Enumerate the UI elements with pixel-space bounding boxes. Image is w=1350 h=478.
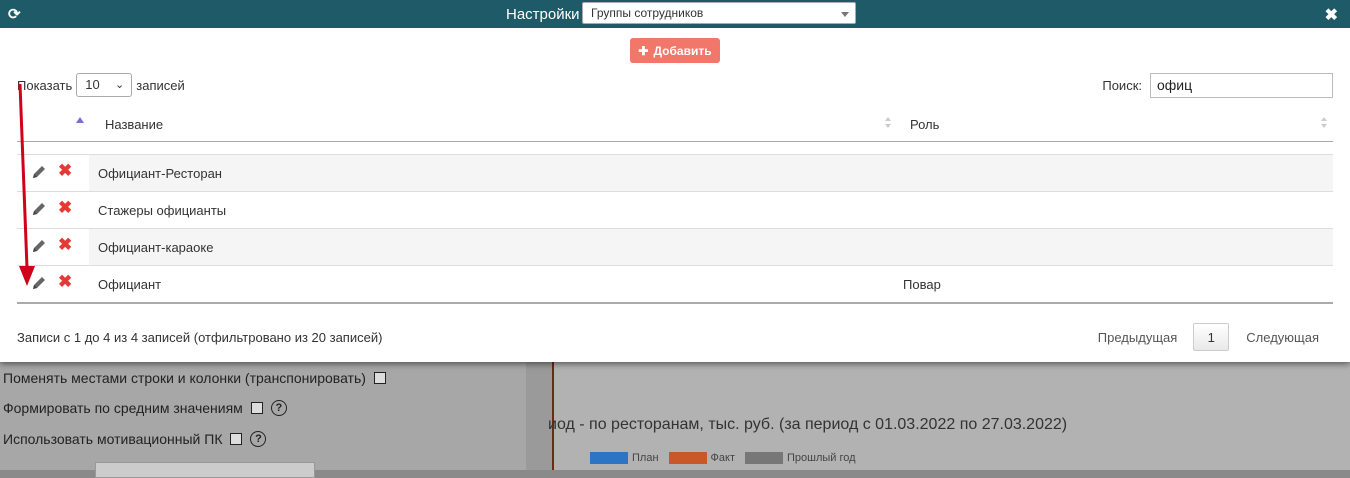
search-input[interactable]: офиц (1150, 73, 1333, 98)
delete-icon[interactable]: ✖ (58, 162, 72, 180)
annotation-arrow (18, 83, 35, 286)
show-suffix: записей (136, 77, 185, 93)
chevron-down-icon: ⌄ (115, 79, 125, 91)
cell-name: Официант-караоке (98, 239, 214, 255)
legend-swatch (668, 452, 707, 465)
add-button[interactable]: ✚ Добавить (630, 38, 720, 63)
legend-item-plan: План (590, 452, 659, 465)
column-label: Название (105, 116, 164, 132)
modal-title: Настройки (506, 6, 580, 23)
sort-icon (1321, 117, 1329, 131)
search-label: Поиск: (1102, 78, 1142, 93)
cell-name: Официант-Ресторан (98, 165, 222, 181)
column-label: Роль (910, 116, 940, 132)
cell-role: Повар (903, 276, 941, 292)
groups-table: Название Роль ✖ Официант-Ресторан ✖ Стаж… (17, 107, 1333, 304)
legend-swatch (745, 452, 783, 465)
delete-icon[interactable]: ✖ (58, 273, 72, 291)
caret-down-icon (841, 12, 849, 17)
pagination: Предыдущая 1 Следующая (1098, 323, 1319, 351)
option-average: Формировать по средним значениям ? (3, 400, 287, 416)
column-header-name[interactable]: Название (89, 107, 897, 141)
plus-icon: ✚ (638, 43, 649, 58)
page-length-value: 10 (85, 77, 100, 92)
previous-page-button[interactable]: Предыдущая (1098, 330, 1178, 345)
legend-swatch (590, 452, 628, 465)
transpose-checkbox[interactable] (373, 372, 386, 384)
motivation-checkbox[interactable] (230, 433, 243, 445)
background-input[interactable] (95, 462, 315, 478)
chart-legend: План Факт Прошлый год (590, 452, 856, 465)
cell-name: Официант (98, 276, 162, 292)
cell-name: Стажеры официанты (98, 202, 227, 218)
close-icon[interactable]: ✖ (1325, 5, 1338, 25)
sort-asc-icon (76, 117, 84, 123)
delete-icon[interactable]: ✖ (58, 236, 72, 254)
help-icon[interactable]: ? (270, 400, 287, 416)
table-info: Записи с 1 до 4 из 4 записей (отфильтров… (17, 330, 383, 345)
table-row: ✖ Стажеры официанты (17, 192, 1333, 229)
select-value: Группы сотрудников (591, 6, 704, 20)
table-row: ✖ Официант-Ресторан (17, 155, 1333, 192)
help-icon[interactable]: ? (250, 431, 267, 447)
next-page-button[interactable]: Следующая (1246, 330, 1319, 345)
table-row: ✖ Официант-караоке (17, 229, 1333, 266)
table-row: ✖ Официант Повар (17, 266, 1333, 302)
page-1-button[interactable]: 1 (1193, 323, 1230, 351)
page-length-control: Показать 10 ⌄ записей (17, 73, 185, 97)
chart-title: иод - по ресторанам, тыс. руб. (за перио… (548, 416, 1068, 433)
panel-divider (526, 360, 552, 470)
legend-item-last-year: Прошлый год (745, 452, 856, 465)
settings-section-select[interactable]: Группы сотрудников (582, 2, 856, 24)
table-header: Название Роль (17, 107, 1333, 142)
option-motivation: Использовать мотивационный ПК ? (3, 431, 267, 447)
add-button-label: Добавить (653, 43, 712, 58)
refresh-icon[interactable]: ⟳ (8, 5, 21, 23)
modal-titlebar: ⟳ Настройки Группы сотрудников ✖ (0, 0, 1350, 28)
option-label: Поменять местами строки и колонки (транс… (3, 370, 366, 386)
page-length-select[interactable]: 10 ⌄ (76, 73, 133, 97)
column-header-role[interactable]: Роль (897, 107, 1333, 141)
option-label: Формировать по средним значениям (3, 400, 243, 416)
search-control: Поиск: офиц (1102, 73, 1333, 98)
option-transpose: Поменять местами строки и колонки (транс… (3, 370, 386, 386)
legend-item-fact: Факт (668, 452, 735, 465)
table-body: ✖ Официант-Ресторан ✖ Стажеры официанты (17, 154, 1333, 304)
delete-icon[interactable]: ✖ (58, 199, 72, 217)
settings-modal: ⟳ Настройки Группы сотрудников ✖ ✚ Добав… (0, 0, 1350, 362)
sort-icon (885, 117, 893, 131)
option-label: Использовать мотивационный ПК (3, 431, 223, 447)
average-checkbox[interactable] (250, 402, 263, 414)
